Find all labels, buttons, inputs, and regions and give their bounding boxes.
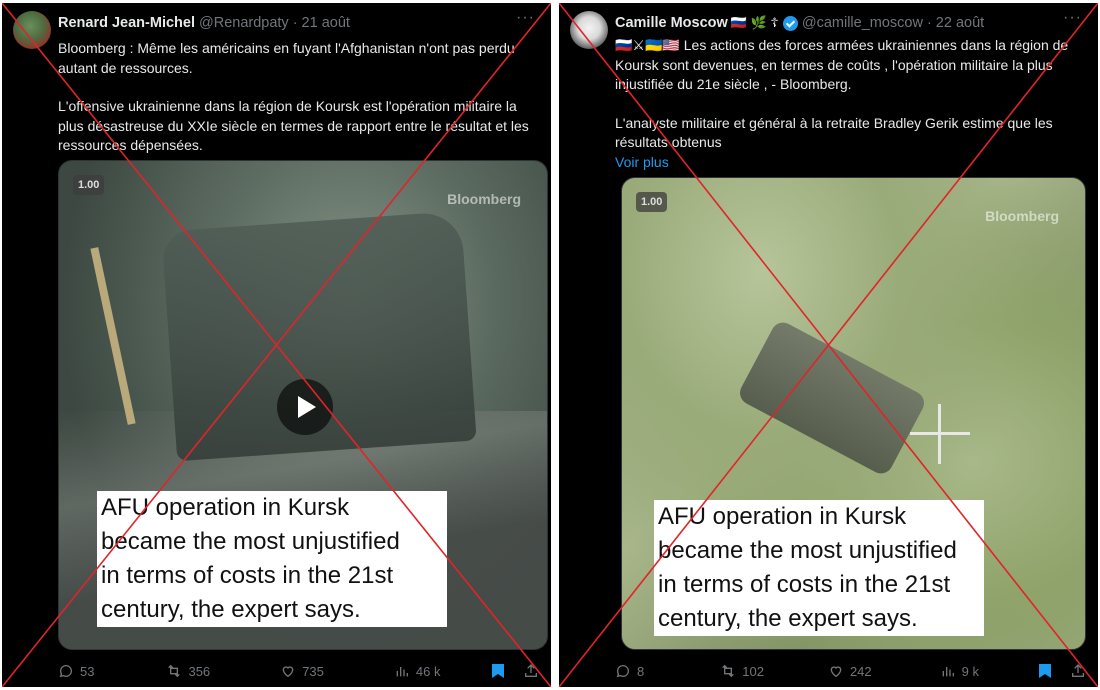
views-icon [396, 667, 408, 677]
caption-line: century, the expert says. [658, 605, 918, 632]
tweet-paragraph-text: Les actions des forces armées ukrainienn… [615, 37, 1069, 92]
avatar[interactable] [13, 11, 51, 49]
avatar[interactable] [570, 11, 608, 49]
author-name[interactable]: Camille Moscow [615, 15, 728, 31]
bookmark-icon[interactable] [1038, 663, 1052, 679]
like-button[interactable]: 735 [280, 663, 324, 679]
repost-icon [722, 664, 735, 678]
playback-speed-badge[interactable]: 1.00 [73, 175, 105, 195]
tweet-paragraph: L'offensive ukrainienne dans la région d… [58, 98, 529, 153]
repost-count: 356 [188, 663, 211, 679]
tweet-paragraph: Bloomberg : Même les américains en fuyan… [58, 40, 515, 76]
reply-count: 8 [637, 663, 645, 679]
flag-emojis: 🇷🇺⚔🇺🇦🇺🇸 [615, 37, 680, 53]
bloomberg-watermark: Bloomberg [447, 191, 521, 207]
repost-icon [168, 664, 181, 678]
author-name[interactable]: Renard Jean-Michel [58, 15, 195, 31]
read-more-link[interactable]: Voir plus [615, 153, 1086, 173]
video-player[interactable]: 1.00 Bloomberg AFU operation in Kursk be… [621, 177, 1086, 650]
caption-line: century, the expert says. [101, 596, 361, 623]
repost-button[interactable]: 356 [166, 663, 210, 679]
like-icon [282, 666, 294, 678]
tweet-paragraph: 🇷🇺⚔🇺🇦🇺🇸 Les actions des forces armées uk… [615, 36, 1086, 95]
tweet-header: Camille Moscow 🇷🇺 🌿 ☦ @camille_moscow · … [615, 9, 1086, 33]
video-frame-vehicle [735, 318, 929, 478]
caption-line: in terms of costs in the 21st [658, 571, 951, 598]
crosshair-icon [938, 404, 941, 464]
tweet-text: 🇷🇺⚔🇺🇦🇺🇸 Les actions des forces armées uk… [615, 36, 1086, 172]
tweet-date[interactable]: 22 août [936, 15, 984, 31]
tweet-header: Renard Jean-Michel @Renardpaty · 21 août… [58, 9, 539, 33]
play-icon[interactable] [277, 379, 333, 435]
like-icon [830, 666, 842, 678]
author-handle[interactable]: @Renardpaty [199, 15, 289, 31]
like-count: 242 [849, 663, 872, 679]
views-button[interactable]: 46 k [394, 663, 441, 679]
caption-line: became the most unjustified [101, 528, 400, 555]
tweet-date[interactable]: 21 août [302, 15, 350, 31]
reply-icon [616, 665, 629, 678]
tweet-paragraph: L'analyste militaire et général à la ret… [615, 114, 1053, 151]
like-button[interactable]: 242 [828, 663, 872, 679]
verified-icon [782, 15, 798, 31]
separator: · [292, 15, 298, 31]
caption-line: became the most unjustified [658, 537, 957, 564]
video-player[interactable]: 1.00 Bloomberg AFU operation in Kursk be… [58, 160, 548, 650]
repost-button[interactable]: 102 [720, 663, 764, 679]
video-caption: AFU operation in Kursk became the most u… [97, 491, 447, 627]
reply-button[interactable]: 8 [615, 663, 644, 679]
playback-speed-badge[interactable]: 1.00 [636, 192, 668, 212]
video-frame-pole [90, 247, 136, 425]
bloomberg-watermark: Bloomberg [985, 208, 1059, 224]
caption-line: AFU operation in Kursk [101, 494, 350, 521]
bookmark-icon[interactable] [491, 663, 505, 679]
repost-count: 102 [742, 663, 764, 679]
views-count: 9 k [961, 663, 979, 679]
more-options-icon[interactable]: ··· [1063, 9, 1082, 27]
views-button[interactable]: 9 k [940, 663, 979, 679]
views-count: 46 k [415, 663, 441, 679]
name-emojis: 🇷🇺 🌿 ☦ [730, 15, 779, 30]
separator: · [926, 15, 932, 31]
caption-line: AFU operation in Kursk [658, 503, 907, 530]
reply-icon [59, 665, 72, 678]
share-icon[interactable] [523, 663, 539, 679]
tweet-card-left[interactable]: Renard Jean-Michel @Renardpaty · 21 août… [2, 3, 551, 687]
caption-line: in terms of costs in the 21st [101, 562, 394, 589]
like-count: 735 [302, 663, 324, 679]
tweet-actions: 8 102 242 9 k [615, 661, 1086, 681]
share-icon[interactable] [1070, 663, 1086, 679]
more-options-icon[interactable]: ··· [516, 9, 535, 27]
reply-button[interactable]: 53 [58, 663, 94, 679]
author-handle[interactable]: @camille_moscow [802, 15, 923, 31]
views-icon [942, 667, 954, 677]
reply-count: 53 [80, 663, 95, 679]
tweet-card-right[interactable]: Camille Moscow 🇷🇺 🌿 ☦ @camille_moscow · … [559, 3, 1098, 687]
tweet-text: Bloomberg : Même les américains en fuyan… [58, 39, 539, 156]
video-caption: AFU operation in Kursk became the most u… [654, 500, 984, 636]
tweet-actions: 53 356 735 46 k [58, 661, 539, 681]
